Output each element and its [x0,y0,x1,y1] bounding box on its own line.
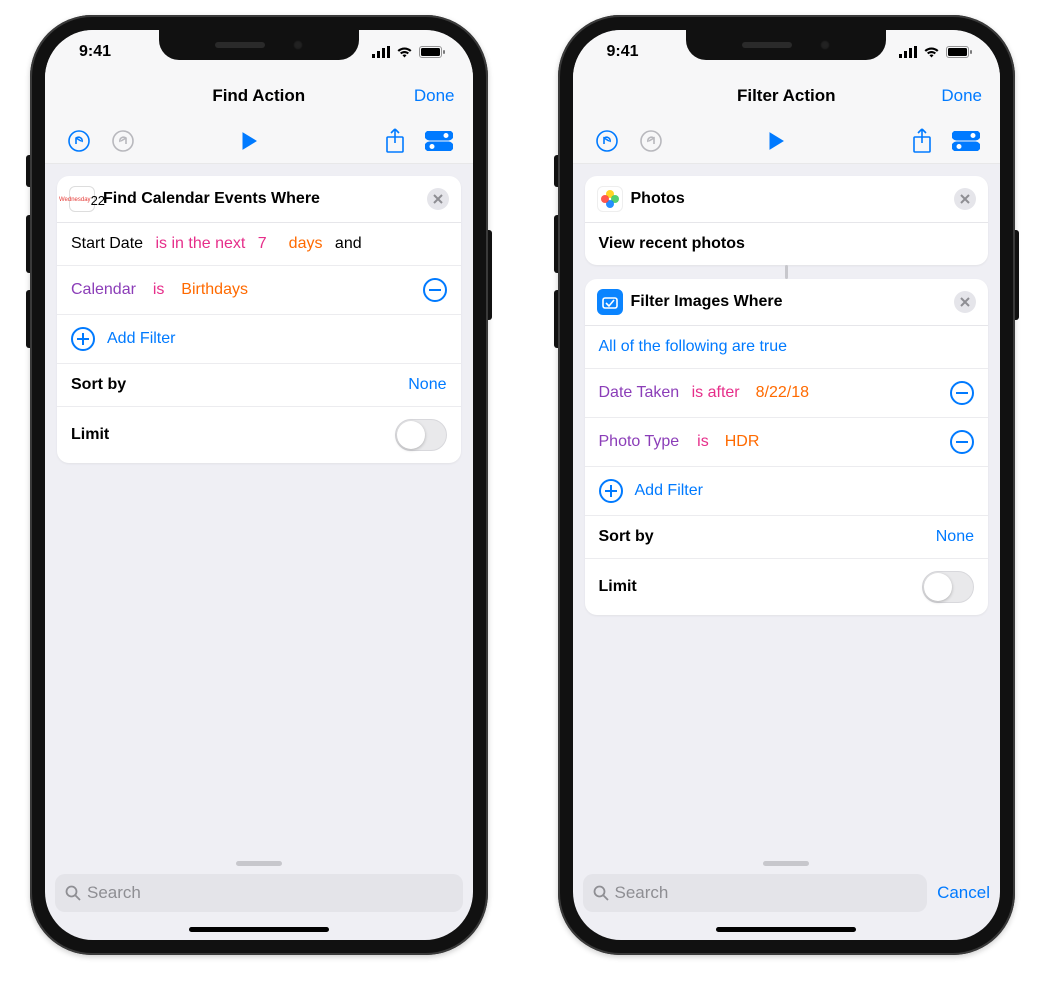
sort-by-row[interactable]: Sort by None [585,516,989,559]
play-button[interactable] [758,123,794,159]
nav-bar: Find Action Done [45,74,473,118]
notch [686,30,886,60]
card-title: Photos [631,190,947,208]
share-button[interactable] [904,123,940,159]
settings-button[interactable] [948,123,984,159]
limit-switch[interactable] [922,571,974,603]
remove-filter-button[interactable] [950,430,974,454]
find-calendar-card: Wednesday 22 Find Calendar Events Where … [57,176,461,463]
shortcuts-icon [597,289,623,315]
redo-button [633,123,669,159]
tool-bar [573,118,1001,164]
close-icon[interactable] [954,291,976,313]
calendar-icon: Wednesday 22 [69,186,95,212]
notch [159,30,359,60]
wifi-icon [923,46,940,58]
battery-icon [946,46,972,58]
filter-images-card: Filter Images Where All of the following… [585,279,989,615]
screen-right: 9:41 Filter Action Done [573,30,1001,940]
content-area: Wednesday 22 Find Calendar Events Where … [45,164,473,853]
screen-left: 9:41 Find Action Done [45,30,473,940]
limit-switch[interactable] [395,419,447,451]
tool-bar [45,118,473,164]
condition-header[interactable]: All of the following are true [585,326,989,369]
photos-icon [597,186,623,212]
undo-button[interactable] [61,123,97,159]
content-area: Photos View recent photos Filter Images … [573,164,1001,853]
share-button[interactable] [377,123,413,159]
redo-button [105,123,141,159]
filter-row-date-taken[interactable]: Date Taken is after 8/22/18 [585,369,989,418]
phone-right: 9:41 Filter Action Done [558,15,1016,955]
nav-bar: Filter Action Done [573,74,1001,118]
wifi-icon [396,46,413,58]
filter-row-photo-type[interactable]: Photo Type is HDR [585,418,989,467]
view-recent-photos[interactable]: View recent photos [585,223,989,265]
search-icon [593,885,609,901]
card-header: Wednesday 22 Find Calendar Events Where [57,176,461,223]
sort-value[interactable]: None [408,376,446,394]
add-filter-row[interactable]: Add Filter [57,315,461,364]
grabber[interactable] [763,861,809,866]
search-icon [65,885,81,901]
status-time: 9:41 [607,43,639,61]
nav-title: Filter Action [737,86,836,106]
done-button[interactable]: Done [414,86,455,106]
limit-row: Limit [57,407,461,463]
connector [585,265,989,279]
sort-by-row[interactable]: Sort by None [57,364,461,407]
phone-left: 9:41 Find Action Done [30,15,488,955]
sort-value[interactable]: None [936,528,974,546]
remove-filter-button[interactable] [423,278,447,302]
nav-title: Find Action [212,86,305,106]
add-filter-row[interactable]: Add Filter [585,467,989,516]
grabber[interactable] [236,861,282,866]
plus-icon [599,479,623,503]
remove-filter-button[interactable] [950,381,974,405]
done-button[interactable]: Done [941,86,982,106]
home-indicator[interactable] [716,927,856,932]
plus-icon [71,327,95,351]
cellular-icon [899,46,917,58]
status-right [372,46,445,58]
limit-row: Limit [585,559,989,615]
photos-card: Photos View recent photos [585,176,989,265]
filter-row-start-date[interactable]: Start Date is in the next 7 days and [57,223,461,266]
close-icon[interactable] [427,188,449,210]
status-time: 9:41 [79,43,111,61]
search-input[interactable]: Search [55,874,463,912]
cancel-button[interactable]: Cancel [937,883,990,903]
card-header: Photos [585,176,989,223]
card-header: Filter Images Where [585,279,989,326]
undo-button[interactable] [589,123,625,159]
close-icon[interactable] [954,188,976,210]
card-title: Filter Images Where [631,293,947,311]
cellular-icon [372,46,390,58]
status-right [899,46,972,58]
home-indicator[interactable] [189,927,329,932]
settings-button[interactable] [421,123,457,159]
play-button[interactable] [231,123,267,159]
search-input[interactable]: Search [583,874,928,912]
battery-icon [419,46,445,58]
filter-row-calendar[interactable]: Calendar is Birthdays [57,266,461,315]
card-title: Find Calendar Events Where [103,190,419,208]
